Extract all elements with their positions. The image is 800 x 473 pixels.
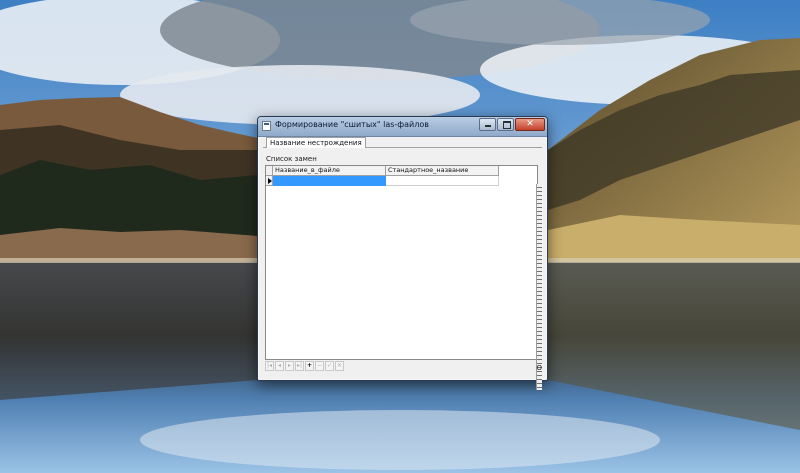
minimize-icon <box>485 125 491 127</box>
side-splitter[interactable] <box>536 184 542 390</box>
caption-buttons: ✕ <box>478 118 545 132</box>
replacements-list-label: Список замен <box>266 155 317 163</box>
close-icon: ✕ <box>526 119 534 129</box>
tab-panel: Список замен Название_в_файле Стандартно… <box>263 148 542 390</box>
first-record-icon: |◂ <box>266 362 273 369</box>
table-cell[interactable] <box>386 176 499 186</box>
delete-record-icon: − <box>316 362 323 369</box>
last-record-icon: ▸| <box>296 362 303 369</box>
cancel-edit-icon: ✕ <box>336 362 343 369</box>
delete-record-button[interactable]: − <box>315 361 324 371</box>
column-header-standard-name[interactable]: Стандартное_название <box>386 166 499 176</box>
grid-corner <box>266 166 273 176</box>
post-edit-button[interactable]: ✓ <box>325 361 334 371</box>
db-navigator: |◂ ◂ ▸ ▸| + − ✓ ✕ <box>265 361 365 373</box>
table-row[interactable] <box>266 176 499 186</box>
replacements-grid[interactable]: Название_в_файле Стандартное_название <box>265 165 538 360</box>
column-header-file-name[interactable]: Название_в_файле <box>273 166 386 176</box>
side-label-bottom: О <box>536 364 542 372</box>
insert-record-button[interactable]: + <box>305 361 314 371</box>
prior-record-button[interactable]: ◂ <box>275 361 284 371</box>
post-edit-icon: ✓ <box>326 362 333 369</box>
first-record-button[interactable]: |◂ <box>265 361 274 371</box>
table-cell[interactable] <box>273 176 386 186</box>
maximize-button[interactable] <box>497 118 514 131</box>
minimize-button[interactable] <box>479 118 496 131</box>
close-button[interactable]: ✕ <box>515 118 545 131</box>
insert-record-icon: + <box>306 362 313 369</box>
grid-header: Название_в_файле Стандартное_название <box>266 166 499 176</box>
last-record-button[interactable]: ▸| <box>295 361 304 371</box>
prior-record-icon: ◂ <box>277 362 281 369</box>
app-window: Формирование "сшитых" las-файлов ✕ Назва… <box>257 116 548 390</box>
window-titlebar[interactable]: Формирование "сшитых" las-файлов ✕ <box>258 117 547 137</box>
next-record-button[interactable]: ▸ <box>285 361 294 371</box>
tab-strip: Название нестрождения <box>263 136 542 149</box>
current-row-indicator-icon <box>266 176 273 186</box>
maximize-icon <box>503 121 511 129</box>
next-record-icon: ▸ <box>287 362 291 369</box>
window-title: Формирование "сшитых" las-файлов <box>275 120 429 129</box>
app-icon <box>262 121 271 131</box>
cancel-edit-button[interactable]: ✕ <box>335 361 344 371</box>
